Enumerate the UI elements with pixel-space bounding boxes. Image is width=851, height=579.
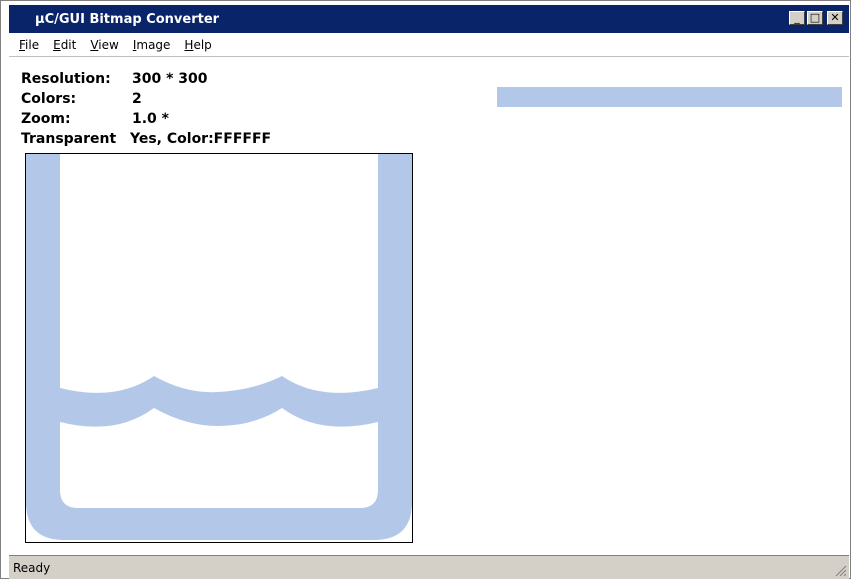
resolution-row: Resolution: 300 * 300 — [21, 69, 271, 89]
status-bar: Ready — [9, 555, 849, 579]
transparent-label: Transparent — [21, 131, 117, 147]
zoom-row: Zoom: 1.0 * — [21, 109, 271, 129]
zoom-value: 1.0 * — [132, 111, 169, 127]
app-window: µC/GUI Bitmap Converter _ □ ✕ File Edit … — [0, 0, 851, 579]
menu-help[interactable]: Help — [184, 38, 211, 52]
color-palette-bar — [497, 87, 842, 107]
colors-row: Colors: 2 — [21, 89, 271, 109]
menu-view[interactable]: View — [90, 38, 118, 52]
bitmap-canvas[interactable] — [25, 153, 413, 543]
resolution-label: Resolution: — [21, 71, 111, 87]
window-title: µC/GUI Bitmap Converter — [35, 11, 220, 27]
resize-grip-icon[interactable] — [835, 565, 847, 577]
colors-label: Colors: — [21, 91, 77, 107]
close-button[interactable]: ✕ — [827, 11, 843, 25]
menu-file[interactable]: File — [19, 38, 39, 52]
zoom-label: Zoom: — [21, 111, 71, 127]
title-bar[interactable]: µC/GUI Bitmap Converter _ □ ✕ — [9, 5, 849, 33]
window-controls: _ □ ✕ — [789, 11, 843, 25]
transparent-row: Transparent Yes, Color:FFFFFF — [21, 129, 271, 149]
wave-band — [60, 376, 378, 427]
vessel-shape — [26, 154, 412, 540]
maximize-button[interactable]: □ — [807, 11, 823, 25]
menu-image[interactable]: Image — [133, 38, 171, 52]
bitmap-image — [26, 154, 412, 540]
transparent-value: Yes, Color:FFFFFF — [130, 131, 272, 147]
image-info-panel: Resolution: 300 * 300 Colors: 2 Zoom: 1.… — [21, 69, 271, 149]
minimize-button[interactable]: _ — [789, 11, 805, 25]
resolution-value: 300 * 300 — [132, 71, 208, 87]
status-text: Ready — [13, 561, 51, 575]
menu-bar: File Edit View Image Help — [9, 33, 849, 57]
colors-value: 2 — [132, 91, 142, 107]
menu-edit[interactable]: Edit — [53, 38, 76, 52]
